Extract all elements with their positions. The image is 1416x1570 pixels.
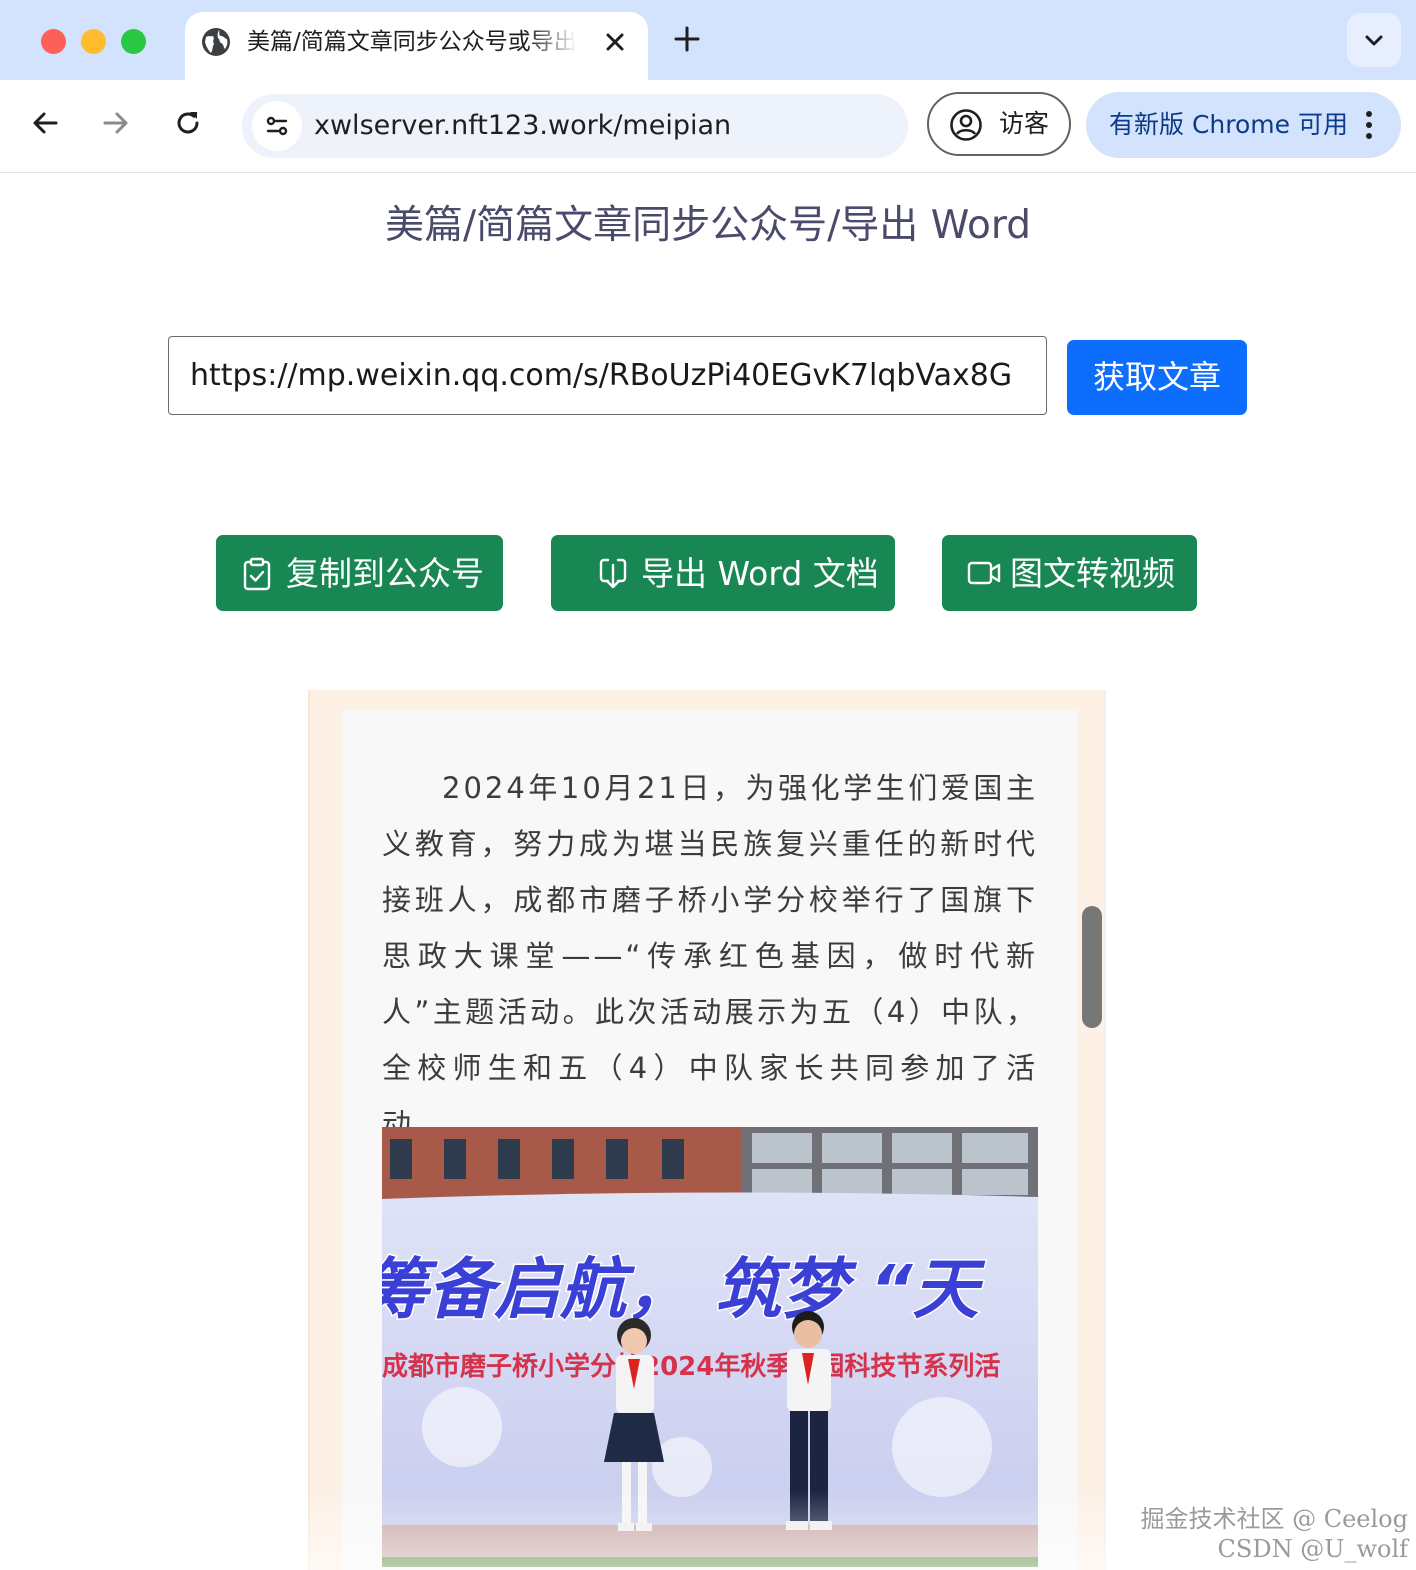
article-url-input[interactable] xyxy=(168,336,1047,415)
article-paragraph: 2024年10月21日，为强化学生们爱国主义教育，努力成为堪当民族复兴重任的新时… xyxy=(382,771,1038,1141)
preview-scrollbar-thumb[interactable] xyxy=(1082,906,1102,1028)
article-preview: 2024年10月21日，为强化学生们爱国主义教育，努力成为堪当民族复兴重任的新时… xyxy=(308,690,1106,1570)
tab-search-button[interactable] xyxy=(1347,13,1401,67)
address-bar[interactable]: xwlserver.nft123.work/meipian xyxy=(242,94,908,158)
video-camera-icon xyxy=(967,561,1001,585)
copy-button-label: 复制到公众号 xyxy=(286,554,484,593)
tab-strip: 美篇/简篇文章同步公众号或导出 xyxy=(0,0,1416,80)
update-label: 有新版 Chrome 可用 xyxy=(1109,110,1348,139)
minimize-window-button[interactable] xyxy=(81,29,106,54)
tab-close-icon[interactable] xyxy=(603,30,627,58)
back-arrow-icon[interactable] xyxy=(30,108,60,142)
url-text: xwlserver.nft123.work/meipian xyxy=(314,110,732,141)
maximize-window-button[interactable] xyxy=(121,29,146,54)
fetch-article-button[interactable]: 获取文章 xyxy=(1067,340,1247,415)
more-vert-icon xyxy=(1366,111,1372,139)
reload-icon[interactable] xyxy=(173,108,203,142)
chrome-update-button[interactable]: 有新版 Chrome 可用 xyxy=(1086,92,1401,158)
copy-to-official-account-button[interactable]: 复制到公众号 xyxy=(216,535,503,611)
site-info-button[interactable] xyxy=(252,101,302,151)
banner-headline: 筹备启航， 筑梦 “天 xyxy=(382,1251,985,1328)
banner-subtitle: 成都市磨子桥小学分校2024年秋季校园科技节系列活 xyxy=(382,1351,1000,1382)
browser-toolbar: xwlserver.nft123.work/meipian 访客 有新版 Chr… xyxy=(0,80,1416,173)
article-photo: 筹备启航， 筑梦 “天 成都市磨子桥小学分校2024年秋季校园科技节系列活 xyxy=(382,1127,1038,1567)
close-window-button[interactable] xyxy=(41,29,66,54)
video-button-label: 图文转视频 xyxy=(1010,554,1175,593)
watermark-line-2: CSDN @U_wolf xyxy=(1217,1535,1408,1563)
forward-arrow-icon[interactable] xyxy=(101,108,131,142)
globe-icon xyxy=(200,26,232,62)
watermark: 掘金技术社区 @ Ceelog CSDN @U_wolf xyxy=(1140,1504,1408,1564)
account-circle-icon xyxy=(950,109,982,141)
page-title: 美篇/简篇文章同步公众号/导出 Word xyxy=(385,203,1031,248)
clipboard-check-icon xyxy=(243,557,271,591)
tune-icon xyxy=(266,116,288,136)
profile-label: 访客 xyxy=(999,109,1050,138)
download-icon xyxy=(599,558,627,589)
chevron-down-icon xyxy=(1365,35,1383,46)
export-button-label: 导出 Word 文档 xyxy=(641,554,879,593)
tab-title: 美篇/简篇文章同步公众号或导出 xyxy=(247,29,577,55)
watermark-line-1: 掘金技术社区 @ Ceelog xyxy=(1140,1505,1408,1533)
article-card: 2024年10月21日，为强化学生们爱国主义教育，努力成为堪当民族复兴重任的新时… xyxy=(342,710,1077,1570)
active-tab[interactable]: 美篇/简篇文章同步公众号或导出 xyxy=(185,12,648,80)
export-word-button[interactable]: 导出 Word 文档 xyxy=(551,535,895,611)
article-to-video-button[interactable]: 图文转视频 xyxy=(942,535,1197,611)
profile-button[interactable]: 访客 xyxy=(927,92,1071,156)
new-tab-icon[interactable] xyxy=(672,24,702,58)
